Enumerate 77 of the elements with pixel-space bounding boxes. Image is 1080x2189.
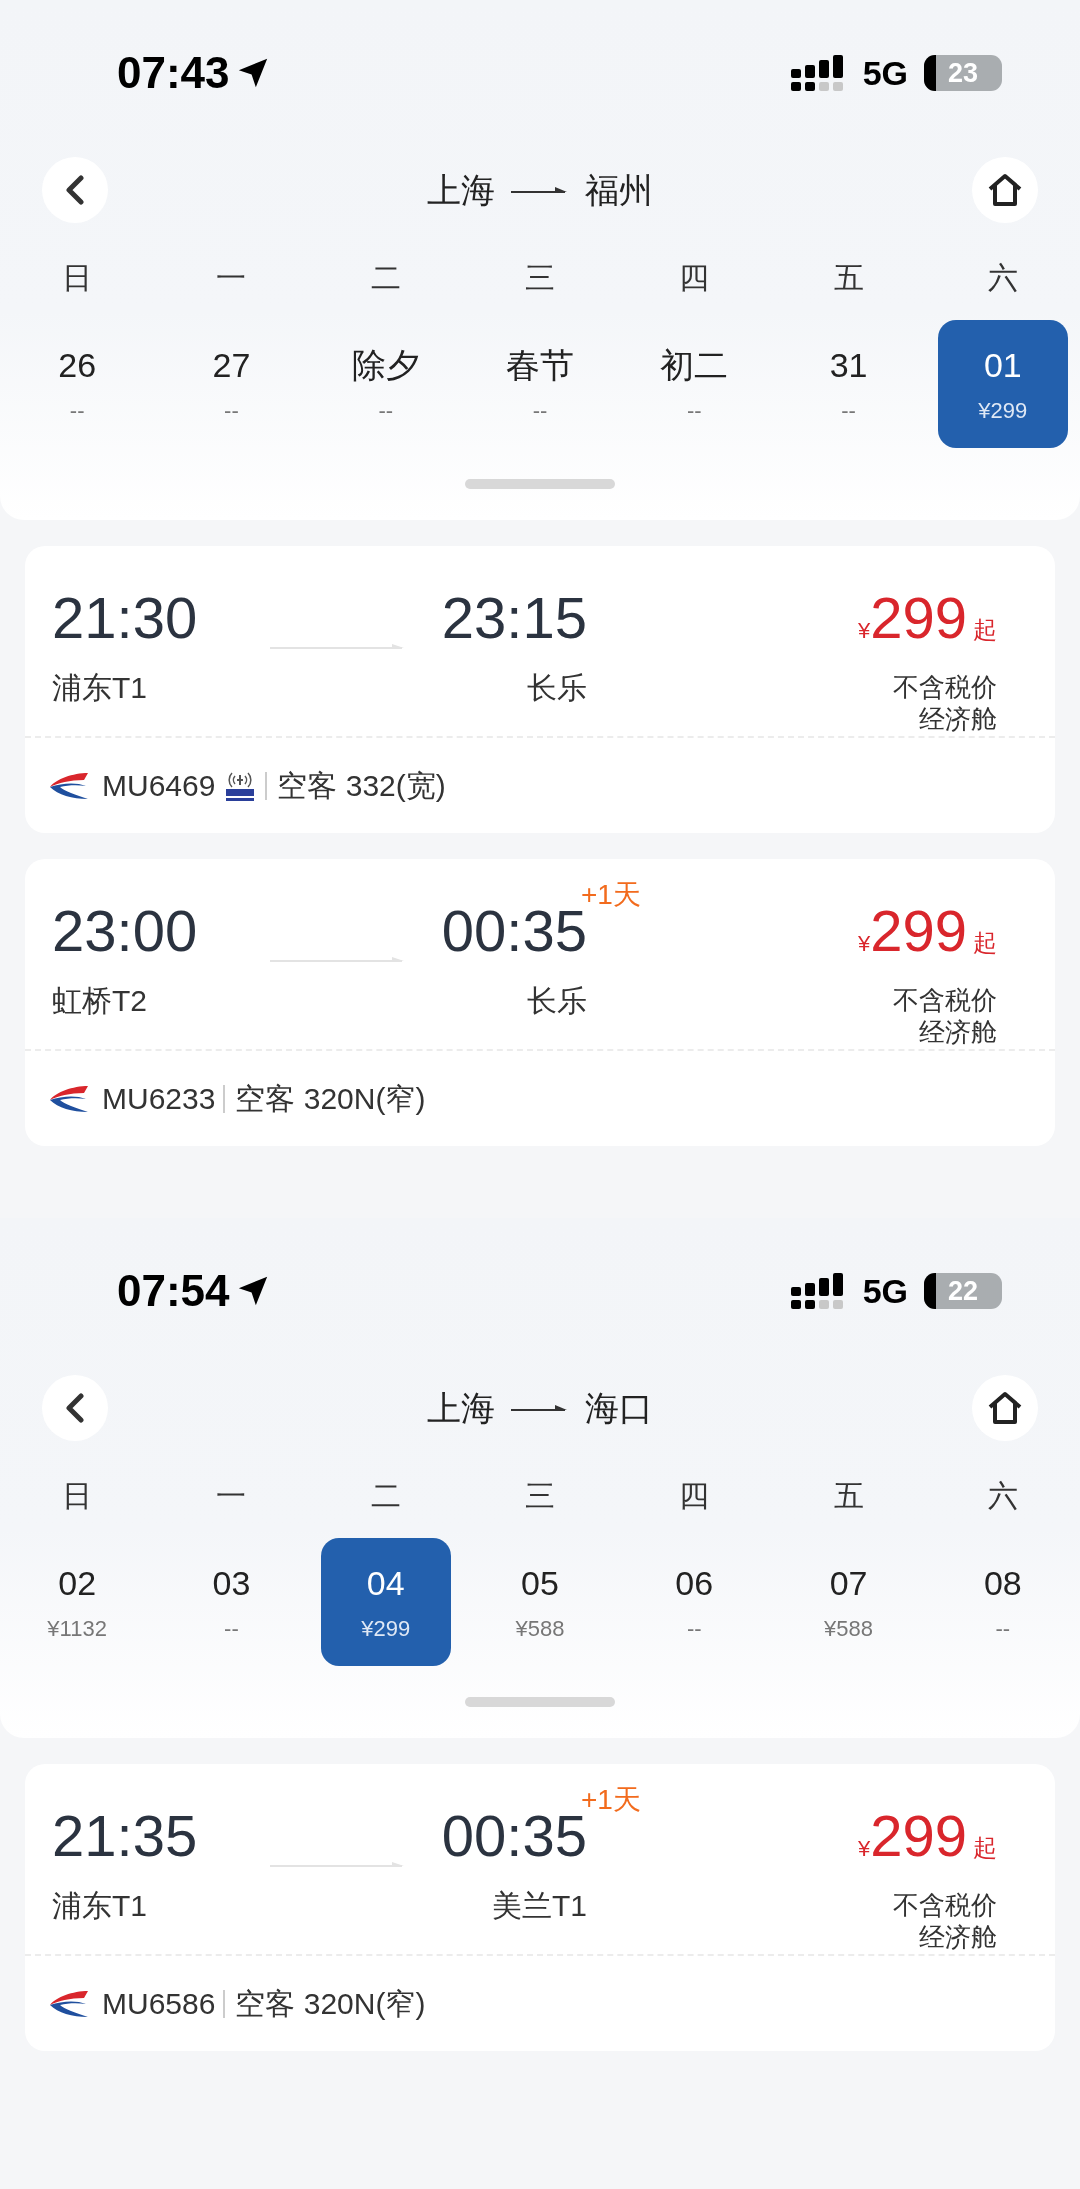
date-cell[interactable]: 04 ¥299 (320, 1538, 451, 1666)
airline-logo-icon (48, 1083, 90, 1114)
weekday-label: 三 (524, 1477, 556, 1514)
weekday-label: 六 (986, 259, 1019, 296)
date-cell[interactable]: 06 -- (629, 1538, 760, 1666)
weekday-label: 二 (369, 1477, 402, 1514)
origin-city: 上海 (427, 169, 495, 211)
weekday-label: 四 (678, 259, 711, 296)
weekday-label: 一 (215, 1477, 248, 1514)
weekday-label: 一 (215, 259, 248, 296)
next-day-label: +1天 (581, 879, 641, 910)
flight-card[interactable]: 21:30 浦东T1 23:15 长乐 ¥299 起 不含税价 经济舱 MU6469 空客 332(宽) (25, 546, 1055, 833)
back-chevron-icon (64, 175, 86, 205)
weekday-label: 五 (832, 1477, 865, 1514)
arrival-airport: 长乐 (526, 670, 587, 706)
destination-city: 海口 (585, 1387, 653, 1429)
origin-city: 上海 (427, 1387, 495, 1429)
weekday-label: 四 (678, 1477, 711, 1514)
date-cell[interactable]: 春节 -- (475, 320, 605, 448)
cabin-class: 经济舱 (918, 1921, 997, 1953)
route-arrow-icon (511, 1402, 569, 1414)
price-label: ¥299 起 (857, 1802, 997, 1870)
airline-logo-icon (48, 770, 90, 801)
date-cell[interactable]: 03 -- (166, 1538, 297, 1666)
date-cell[interactable]: 05 ¥588 (475, 1538, 605, 1666)
departure-time: 21:35 (52, 1802, 199, 1870)
status-time: 07:43 (117, 47, 230, 99)
tax-note: 不含税价 (892, 1889, 997, 1921)
date-cell[interactable]: 07 ¥588 (783, 1538, 914, 1666)
weekday-label: 六 (986, 1477, 1019, 1514)
date-cell[interactable]: 08 -- (937, 1538, 1068, 1666)
date-cell[interactable]: 02 ¥1132 (12, 1538, 143, 1666)
airline-logo-icon (48, 1988, 90, 2019)
arrival-airport: 长乐 (526, 983, 587, 1019)
date-cell[interactable]: 31 -- (783, 320, 914, 448)
date-cell[interactable]: 除夕 -- (320, 320, 451, 448)
drag-handle[interactable] (465, 479, 615, 489)
weekday-label: 二 (369, 259, 402, 296)
departure-airport: 虹桥T2 (52, 983, 148, 1019)
network-label: 5G (862, 1270, 908, 1312)
departure-time: 23:00 (52, 897, 199, 965)
tax-note: 不含税价 (892, 671, 997, 703)
aircraft-type: 空客 332(宽) (265, 771, 446, 800)
departure-airport: 浦东T1 (52, 1888, 148, 1924)
weekday-label: 日 (61, 1477, 94, 1514)
weekday-label: 五 (832, 259, 865, 296)
date-cell[interactable]: 27 -- (166, 320, 297, 448)
back-chevron-icon (64, 1393, 86, 1423)
date-cell[interactable]: 初二 -- (629, 320, 760, 448)
next-day-label: +1天 (581, 1784, 641, 1815)
weekday-label: 三 (524, 259, 556, 296)
destination-city: 福州 (585, 169, 653, 211)
date-cell[interactable]: 01 ¥299 (937, 320, 1068, 448)
departure-time: 21:30 (52, 584, 199, 652)
battery-indicator: 23 (924, 55, 1002, 91)
drag-handle[interactable] (465, 1697, 615, 1707)
flight-number: MU6233 (102, 1081, 216, 1117)
battery-indicator: 22 (924, 1273, 1002, 1309)
cabin-class: 经济舱 (918, 1016, 997, 1048)
flight-number: MU6469 (102, 768, 216, 804)
route-arrow-icon (511, 184, 569, 196)
arrival-time: 23:15 (441, 584, 587, 652)
weekday-label: 日 (61, 259, 94, 296)
arrival-airport: 美兰T1 (491, 1888, 587, 1924)
aircraft-type: 空客 320N(窄) (223, 1989, 426, 2018)
network-label: 5G (862, 52, 908, 94)
flight-number: MU6586 (102, 1986, 216, 2022)
price-label: ¥299 起 (857, 897, 997, 965)
date-cell[interactable]: 26 -- (12, 320, 143, 448)
home-icon (986, 172, 1024, 208)
status-time: 07:54 (117, 1265, 230, 1317)
tax-note: 不含税价 (892, 984, 997, 1016)
cabin-class: 经济舱 (918, 703, 997, 735)
departure-airport: 浦东T1 (52, 670, 148, 706)
home-icon (986, 1390, 1024, 1426)
aircraft-type: 空客 320N(窄) (223, 1084, 426, 1113)
price-label: ¥299 起 (857, 584, 997, 652)
